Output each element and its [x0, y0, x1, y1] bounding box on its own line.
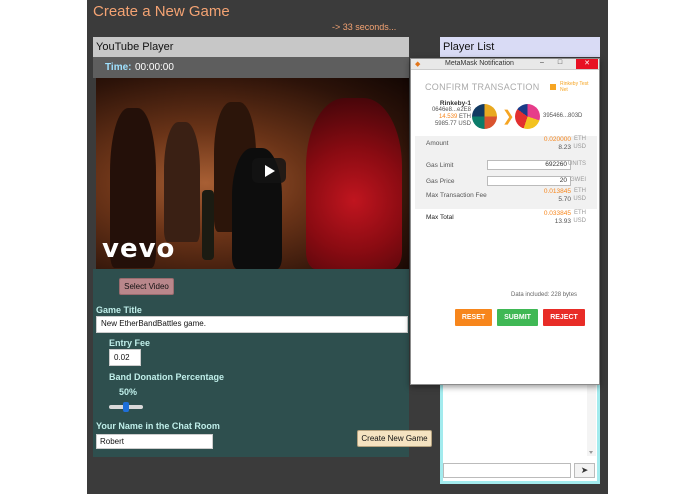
- max-fee-usd: 5.70: [558, 196, 571, 203]
- max-total-usd-unit: USD: [573, 218, 586, 224]
- metamask-notification-window: ◆ MetaMask Notification – □ ✕ CONFIRM TR…: [410, 58, 600, 385]
- video-figure-back: [164, 122, 200, 242]
- paper-plane-icon: ➤: [580, 465, 589, 475]
- max-total-row: Max Total 0.033845 ETH 13.93 USD: [415, 209, 597, 231]
- reject-button[interactable]: REJECT: [543, 309, 585, 326]
- max-total-eth-unit: ETH: [574, 210, 586, 216]
- gas-limit-unit: UNITS: [568, 161, 586, 167]
- entry-fee-label: Entry Fee: [109, 338, 151, 348]
- chevron-right-icon: ❯: [502, 108, 515, 125]
- create-new-game-button[interactable]: Create New Game: [357, 430, 432, 447]
- video-frame[interactable]: vevo: [96, 78, 409, 269]
- max-total-label: Max Total: [426, 214, 454, 221]
- donation-percentage-value: 50%: [119, 387, 138, 397]
- game-title-label: Game Title: [96, 305, 142, 315]
- countdown-text: -> 33 seconds...: [332, 22, 397, 32]
- chat-message-input[interactable]: [443, 463, 571, 478]
- submit-button[interactable]: SUBMIT: [497, 309, 538, 326]
- amount-eth-unit: ETH: [574, 136, 586, 142]
- vevo-logo: vevo: [102, 234, 176, 264]
- max-fee-eth-unit: ETH: [574, 188, 586, 194]
- minimize-button[interactable]: –: [535, 59, 549, 69]
- from-account-eth-unit: ETH: [459, 114, 471, 120]
- max-fee-eth: 0.013845: [543, 188, 571, 195]
- gas-price-unit: GWEI: [570, 177, 586, 183]
- to-account-address: 395466...803D: [543, 113, 583, 119]
- reset-button[interactable]: RESET: [455, 309, 492, 326]
- from-account-avatar: [472, 104, 497, 129]
- game-title-input[interactable]: New EtherBandBattles game.: [96, 316, 408, 333]
- video-bottle: [202, 190, 214, 260]
- from-account: Rinkeby-1 0646e8...e2E8 14.539 ETH 5985.…: [425, 100, 471, 128]
- gas-price-input[interactable]: 20: [487, 176, 571, 186]
- from-account-name: Rinkeby-1: [439, 100, 471, 107]
- max-total-usd: 13.93: [554, 218, 571, 225]
- time-bar: Time: 00:00:00: [93, 57, 409, 78]
- select-video-button[interactable]: Select Video: [119, 278, 174, 295]
- from-account-usd-unit: USD: [458, 121, 471, 127]
- chat-name-input[interactable]: Robert: [96, 434, 213, 449]
- data-included-text: Data included: 228 bytes: [511, 292, 578, 298]
- network-status-dot: [550, 84, 556, 90]
- from-account-eth: 14.539: [438, 114, 458, 120]
- amount-label: Amount: [426, 140, 449, 147]
- maximize-button[interactable]: □: [553, 59, 567, 69]
- play-button[interactable]: [252, 158, 286, 183]
- page-title: Create a New Game: [93, 3, 230, 20]
- donation-percentage-label: Band Donation Percentage: [109, 372, 225, 382]
- entry-fee-input[interactable]: 0.02: [109, 349, 141, 366]
- metamask-titlebar: ◆ MetaMask Notification – □ ✕: [411, 59, 599, 70]
- gas-limit-label: Gas Limit: [426, 162, 454, 169]
- max-fee-usd-unit: USD: [573, 196, 586, 202]
- time-value: 00:00:00: [135, 62, 174, 73]
- player-list-header: Player List: [440, 37, 600, 57]
- amount-row: Amount 0.020000 ETH 8.23 USD: [415, 136, 597, 158]
- to-account-avatar: [515, 104, 540, 129]
- confirm-transaction-heading: CONFIRM TRANSACTION: [425, 82, 540, 92]
- gas-limit-input[interactable]: 692260: [487, 160, 571, 170]
- youtube-player-title: YouTube Player: [96, 41, 174, 53]
- video-figure-dancer: [306, 98, 402, 269]
- from-account-address: 0646e8...e2E8: [431, 107, 471, 113]
- amount-usd-unit: USD: [573, 144, 586, 150]
- close-button[interactable]: ✕: [576, 59, 598, 69]
- from-account-usd: 5985.77: [434, 121, 457, 127]
- player-list-title: Player List: [443, 41, 495, 53]
- time-label: Time:: [105, 62, 132, 73]
- chat-name-label: Your Name in the Chat Room: [96, 421, 220, 431]
- metamask-fox-icon: ◆: [415, 61, 421, 68]
- max-fee-row: Max Transaction Fee 0.013845 ETH 5.70 US…: [415, 187, 597, 209]
- max-fee-label: Max Transaction Fee: [426, 192, 487, 199]
- max-total-eth: 0.033845: [543, 210, 571, 217]
- amount-usd: 8.23: [558, 144, 571, 151]
- donation-slider-thumb[interactable]: [123, 402, 129, 412]
- gas-price-label: Gas Price: [426, 178, 455, 185]
- amount-eth: 0.020000: [543, 136, 571, 143]
- player-list-scrollbar[interactable]: [587, 384, 596, 456]
- youtube-player-header: YouTube Player: [93, 37, 409, 57]
- network-name: Rinkeby Test Net: [560, 81, 589, 93]
- metamask-window-title: MetaMask Notification: [445, 60, 514, 67]
- send-message-button[interactable]: ➤: [574, 463, 595, 478]
